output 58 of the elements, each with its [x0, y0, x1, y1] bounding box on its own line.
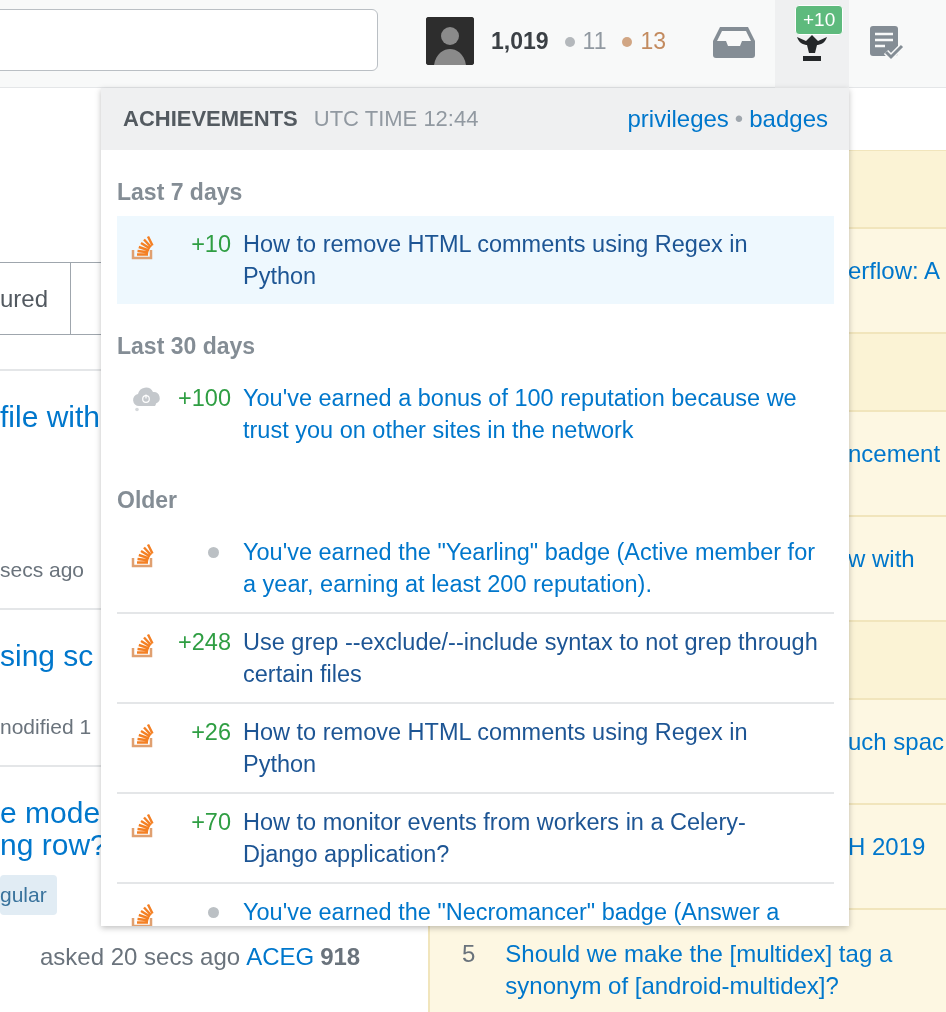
- utc-time: UTC TIME 12:44: [313, 106, 479, 132]
- achievement-item[interactable]: You've earned the "Yearling" badge (Active member for a year, earning at least 200 reputation).: [117, 524, 834, 612]
- reputation-change: +70: [190, 808, 231, 837]
- badge-dot-icon: [208, 907, 219, 918]
- achievement-link[interactable]: How to monitor events from workers in a Celery-Django application?: [243, 806, 820, 870]
- badge-dot-icon: [564, 36, 575, 47]
- question-title[interactable]: sing sc: [0, 640, 100, 672]
- header-link[interactable]: privileges: [627, 105, 729, 133]
- achievement-link[interactable]: You've earned the "Yearling" badge (Active member for a year, earning at least 200 reputation).: [243, 536, 820, 600]
- question-tag[interactable]: gular: [0, 875, 57, 915]
- achievement-link[interactable]: How to remove HTML comments using Regex in Python: [243, 228, 820, 292]
- sidebar-link[interactable]: erflow: A: [848, 257, 941, 284]
- search-field[interactable]: [0, 9, 378, 71]
- list-number: 5: [462, 939, 476, 969]
- achievement-link[interactable]: You've earned a bonus of 100 reputation because we trust you on other sites in the network: [243, 382, 820, 446]
- header-link[interactable]: badges: [749, 105, 828, 133]
- user-link[interactable]: ACEG: [246, 943, 315, 971]
- inbox-icon[interactable]: [712, 25, 756, 59]
- achievement-item[interactable]: +248 Use grep --exclude/--include syntax to not grep through certain files: [117, 612, 834, 702]
- badge-count: 11: [582, 28, 607, 55]
- reputation-change: +100: [177, 384, 231, 413]
- filter-tab[interactable]: ured: [0, 262, 72, 335]
- sidebar-link[interactable]: w with: [848, 545, 915, 572]
- sidebar-link[interactable]: uch spac: [848, 728, 945, 755]
- section-heading: Last 30 days: [117, 332, 257, 361]
- avatar-icon[interactable]: [426, 17, 474, 65]
- reputation-change: +26: [190, 718, 231, 747]
- achievement-item[interactable]: +26 How to remove HTML comments using Regex in Python: [117, 702, 834, 792]
- achievement-link[interactable]: Use grep --exclude/--include syntax to not grep through certain files: [243, 626, 820, 690]
- section-heading: Older: [117, 486, 179, 515]
- separator-dot: •: [734, 105, 744, 133]
- cloud-icon: [131, 386, 163, 412]
- achievements-count-badge: +10: [795, 5, 844, 35]
- badge-dot-icon: [208, 547, 219, 558]
- badge-count: 13: [640, 28, 667, 55]
- achievement-item[interactable]: You've earned the "Necromancer" badge (Answer a: [117, 882, 834, 926]
- question-title[interactable]: e mode: [0, 797, 100, 829]
- achievement-item[interactable]: +100 You've earned a bonus of 100 reputation because we trust you on other sites in the network: [117, 370, 834, 458]
- achievement-link[interactable]: How to remove HTML comments using Regex in Python: [243, 716, 820, 780]
- reputation: 1,019: [491, 28, 549, 55]
- sidebar-link[interactable]: Should we make the [multidex] tag a synonym of [android-multidex]?: [505, 938, 936, 1002]
- asked-time: asked 20 secs ago: [40, 943, 241, 971]
- question-title[interactable]: file with: [0, 401, 100, 433]
- sidebar-link[interactable]: ncement: [848, 440, 941, 467]
- dropdown-title: ACHIEVEMENTS: [123, 106, 298, 132]
- achievement-item[interactable]: +10 How to remove HTML comments using Regex in Python: [117, 216, 834, 304]
- trophy-icon[interactable]: [795, 35, 829, 63]
- review-queue-icon[interactable]: [868, 24, 906, 62]
- question-meta: nodified 1: [0, 715, 92, 739]
- sidebar-link[interactable]: H 2019: [848, 833, 926, 860]
- question-meta: secs ago: [0, 558, 85, 582]
- section-heading: Last 7 days: [117, 178, 244, 207]
- reputation-change: +248: [177, 628, 231, 657]
- achievement-item[interactable]: +70 How to monitor events from workers in a Celery-Django application?: [117, 792, 834, 882]
- achievement-link[interactable]: You've earned the "Necromancer" badge (Answer a: [243, 896, 820, 926]
- user-reputation: 918: [320, 943, 361, 971]
- reputation-change: +10: [190, 230, 231, 259]
- badge-dot-icon: [622, 36, 633, 47]
